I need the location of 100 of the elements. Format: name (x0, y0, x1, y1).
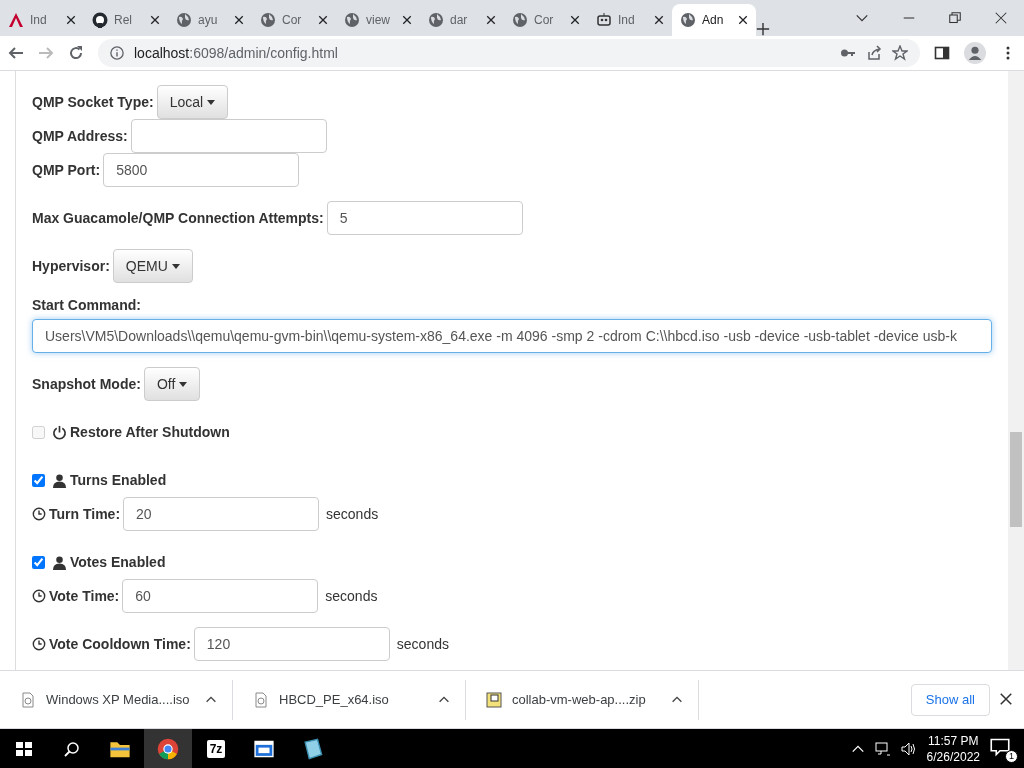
command-field[interactable]: Users\VM5\Downloads\\qemu\qemu-gvm-bin\\qemu-system-x86_64.exe -m 4096 -smp 2 -cdrom C:\\hbcd.iso -usb -device -usb-tablet -device usb-k (32, 319, 992, 353)
text-field[interactable]: 5800 (103, 153, 300, 187)
side-panel-icon[interactable] (934, 45, 950, 61)
download-item[interactable]: Windows XP Media....iso (0, 679, 233, 720)
user-icon (52, 472, 67, 488)
browser-tab[interactable]: Rel (84, 4, 168, 36)
field-label: Snapshot Mode: (32, 376, 141, 392)
caret-icon (171, 263, 180, 269)
text-field[interactable]: 120 (193, 627, 390, 661)
field-label: Hypervisor: (32, 258, 110, 274)
clock[interactable]: 11:57 PM 6/26/2022 (926, 733, 980, 765)
close-icon[interactable] (738, 15, 748, 25)
checkbox-label: Turns Enabled (70, 472, 167, 488)
browser-icon[interactable] (157, 738, 179, 760)
network-icon[interactable] (874, 741, 891, 757)
browser-tab[interactable]: Cor (504, 4, 588, 36)
close-icon[interactable] (486, 15, 496, 25)
tab-title: view (366, 13, 391, 27)
app-icon[interactable]: 7z (206, 740, 226, 758)
download-item[interactable]: collab-vm-web-ap....zip (466, 679, 699, 720)
field-label: QMP Socket Type: (32, 94, 154, 110)
tab-title: Ind (618, 13, 636, 27)
download-item[interactable]: HBCD_PE_x64.iso (233, 679, 466, 720)
close-icon[interactable] (234, 15, 244, 25)
new-tab-icon[interactable] (756, 22, 770, 36)
clock-icon (32, 507, 46, 521)
field-label: Vote Cooldown Time: (49, 636, 191, 652)
close-icon[interactable] (1000, 692, 1012, 705)
star-icon[interactable] (892, 45, 908, 61)
globe-icon (680, 12, 696, 28)
disc-file-icon (253, 691, 269, 708)
browser-tab[interactable]: Cor (252, 4, 336, 36)
tab-title: Cor (282, 13, 303, 27)
checkbox[interactable] (32, 473, 45, 487)
checkbox-label: Restore After Shutdown (70, 424, 230, 440)
close-icon[interactable] (318, 15, 328, 25)
field-label: QMP Address: (32, 128, 128, 144)
field-label: Turn Time: (49, 506, 121, 522)
globe-icon (344, 12, 360, 28)
back-icon[interactable] (8, 45, 24, 61)
unit-label: seconds (396, 636, 449, 652)
tab-title: Rel (114, 13, 133, 27)
profile-icon[interactable] (964, 42, 986, 64)
field-label: Start Command: (32, 297, 142, 313)
close-icon[interactable] (654, 15, 664, 25)
text-field[interactable]: 20 (123, 497, 320, 531)
close-icon[interactable] (402, 15, 412, 25)
caret-icon (207, 99, 216, 105)
power-icon (52, 424, 67, 440)
globe-icon (260, 12, 276, 28)
robot-icon (596, 12, 612, 28)
dropdown-button[interactable]: Off (143, 367, 201, 401)
browser-tab[interactable]: Ind (588, 4, 672, 36)
dropdown-button[interactable]: QEMU (112, 249, 193, 283)
checkbox[interactable] (32, 555, 45, 569)
show-all-button[interactable]: Show all (910, 683, 990, 716)
text-field[interactable]: 60 (122, 579, 319, 613)
speaker-icon[interactable] (900, 741, 917, 757)
share-icon[interactable] (866, 45, 882, 61)
browser-tab[interactable]: dar (420, 4, 504, 36)
tab-title: Cor (534, 13, 555, 27)
file-name: HBCD_PE_x64.iso (279, 692, 390, 707)
close-icon[interactable] (570, 15, 580, 25)
text-field[interactable] (130, 119, 327, 153)
notification-badge: 1 (1005, 750, 1018, 763)
field-label: Vote Time: (49, 588, 120, 604)
close-icon[interactable] (66, 15, 76, 25)
window-app-icon[interactable] (253, 738, 275, 760)
browser-tab[interactable]: ayu (168, 4, 252, 36)
browser-tab[interactable]: view (336, 4, 420, 36)
browser-tab[interactable]: Ind (0, 4, 84, 36)
windows-icon[interactable] (16, 741, 32, 757)
user-icon (52, 554, 67, 570)
browser-tab[interactable]: Adn (672, 4, 756, 36)
clock-icon (32, 589, 46, 603)
info-icon[interactable] (110, 46, 124, 60)
text-field[interactable]: 5 (326, 201, 523, 235)
caret-icon (179, 381, 188, 387)
search-icon[interactable] (64, 741, 80, 757)
scrollbar[interactable] (1008, 71, 1024, 670)
dropdown-button[interactable]: Local (156, 85, 229, 119)
globe-icon (428, 12, 444, 28)
disc-file-icon (20, 691, 36, 708)
close-icon[interactable] (150, 15, 160, 25)
field-label: QMP Port: (32, 162, 101, 178)
archive-icon (486, 691, 502, 708)
close-icon[interactable] (995, 12, 1007, 24)
field-label: Max Guacamole/QMP Connection Attempts: (32, 210, 324, 226)
globe-icon (176, 12, 192, 28)
reload-icon[interactable] (68, 45, 84, 61)
tab-title: dar (450, 13, 469, 27)
unit-label: seconds (326, 506, 379, 522)
restore-icon[interactable] (949, 12, 961, 24)
tab-title: Ind (30, 13, 48, 27)
clock-icon (32, 637, 46, 651)
notification-icon[interactable] (990, 737, 1010, 757)
checkbox-label: Votes Enabled (70, 554, 166, 570)
letter-a-icon (8, 12, 24, 28)
file-name: collab-vm-web-ap....zip (512, 692, 647, 707)
file-name: Windows XP Media....iso (46, 692, 191, 707)
